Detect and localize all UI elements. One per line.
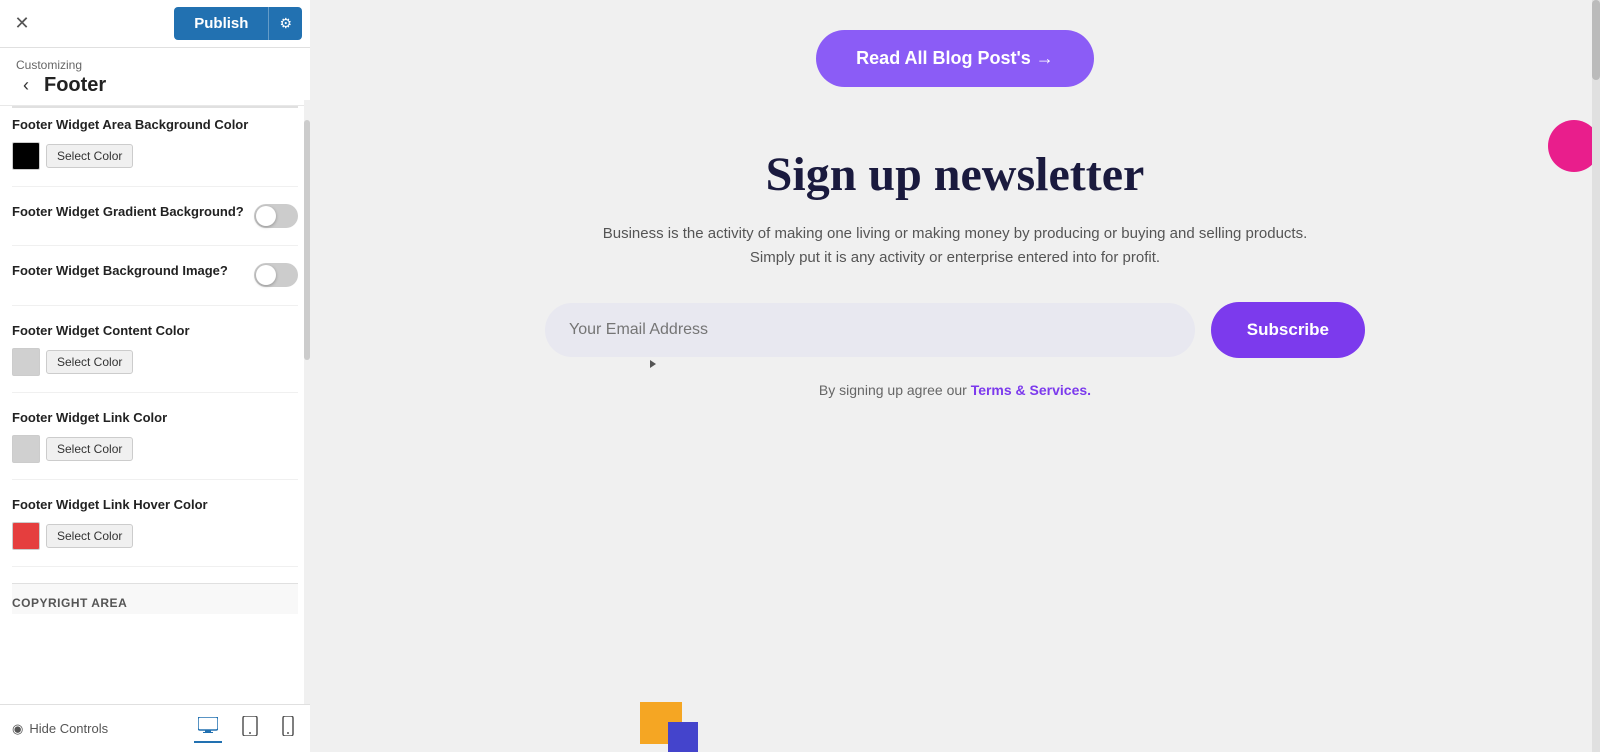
footer-widget-gradient-row: Footer Widget Gradient Background?	[12, 203, 298, 229]
hide-controls-button[interactable]: ◉ Hide Controls	[12, 721, 108, 737]
footer-widget-bg-image-toggle[interactable]	[254, 263, 298, 287]
subscribe-button[interactable]: Subscribe	[1211, 302, 1365, 358]
newsletter-form: Subscribe	[545, 302, 1365, 358]
footer-widget-bg-color-row: Select Color	[12, 142, 298, 170]
footer-widget-link-color-group: Footer Widget Link Color Select Color	[12, 409, 298, 480]
back-button[interactable]: ‹	[16, 75, 36, 96]
top-bar: ✕ Publish ⚙	[0, 0, 310, 48]
terms-static-text: By signing up agree our	[819, 382, 967, 398]
footer-widget-bg-color-group: Footer Widget Area Background Color Sele…	[12, 116, 298, 187]
footer-widget-content-color-label: Footer Widget Content Color	[12, 322, 298, 340]
blog-post-area: Read All Blog Post's →	[310, 0, 1600, 107]
read-all-blog-posts-button[interactable]: Read All Blog Post's →	[816, 30, 1094, 87]
footer-widget-gradient-group: Footer Widget Gradient Background?	[12, 203, 298, 246]
right-scrollbar[interactable]	[1592, 0, 1600, 752]
footer-widget-bg-color-swatch[interactable]	[12, 142, 40, 170]
footer-widget-link-color-row: Select Color	[12, 435, 298, 463]
footer-widget-link-color-swatch[interactable]	[12, 435, 40, 463]
footer-widget-link-hover-swatch[interactable]	[12, 522, 40, 550]
right-scrollbar-thumb[interactable]	[1592, 0, 1600, 80]
footer-widget-link-color-button[interactable]: Select Color	[46, 437, 133, 461]
publish-button[interactable]: Publish	[174, 7, 268, 40]
footer-widget-link-hover-button[interactable]: Select Color	[46, 524, 133, 548]
bottom-bar: ◉ Hide Controls	[0, 704, 310, 752]
newsletter-description: Business is the activity of making one l…	[603, 222, 1308, 270]
hide-controls-icon: ◉	[12, 721, 23, 737]
newsletter-desc-line1: Business is the activity of making one l…	[603, 225, 1308, 242]
settings-button[interactable]: ⚙	[268, 7, 302, 40]
footer-widget-bg-color-button[interactable]: Select Color	[46, 144, 133, 168]
footer-widget-bg-image-row: Footer Widget Background Image?	[12, 262, 298, 288]
newsletter-desc-line2: Simply put it is any activity or enterpr…	[750, 249, 1160, 266]
customizer-panel: ✕ Publish ⚙ Customizing ‹ Footer Footer …	[0, 0, 310, 752]
customizing-label: Customizing	[16, 58, 294, 72]
footer-widget-link-hover-group: Footer Widget Link Hover Color Select Co…	[12, 496, 298, 567]
footer-widget-link-hover-row: Select Color	[12, 522, 298, 550]
close-button[interactable]: ✕	[8, 10, 36, 38]
footer-widget-link-hover-label: Footer Widget Link Hover Color	[12, 496, 298, 514]
publish-area: Publish ⚙	[174, 7, 302, 40]
mobile-icon-button[interactable]	[278, 714, 298, 743]
terms-link[interactable]: Terms & Services.	[971, 382, 1091, 398]
footer-widget-content-color-button[interactable]: Select Color	[46, 350, 133, 374]
terms-text: By signing up agree our Terms & Services…	[819, 382, 1091, 398]
hide-controls-label: Hide Controls	[29, 721, 108, 736]
breadcrumb: Customizing ‹ Footer	[0, 48, 310, 106]
preview-area: Read All Blog Post's → Sign up newslette…	[310, 0, 1600, 752]
footer-widget-content-color-swatch[interactable]	[12, 348, 40, 376]
footer-widget-link-color-label: Footer Widget Link Color	[12, 409, 298, 427]
footer-widget-bg-image-label: Footer Widget Background Image?	[12, 262, 228, 280]
section-title-row: ‹ Footer	[16, 74, 294, 97]
newsletter-section: Sign up newsletter Business is the activ…	[525, 107, 1385, 418]
desktop-icon-button[interactable]	[194, 714, 222, 743]
blue-shape	[668, 722, 698, 752]
footer-widget-content-color-row: Select Color	[12, 348, 298, 376]
footer-widget-gradient-toggle[interactable]	[254, 204, 298, 228]
footer-widget-content-color-group: Footer Widget Content Color Select Color	[12, 322, 298, 393]
email-input[interactable]	[545, 303, 1195, 357]
footer-widget-bg-image-group: Footer Widget Background Image?	[12, 262, 298, 305]
footer-widget-gradient-label: Footer Widget Gradient Background?	[12, 203, 244, 221]
section-title: Footer	[44, 74, 106, 97]
panel-content: Footer Widget Area Background Color Sele…	[0, 106, 310, 704]
tablet-icon-button[interactable]	[238, 714, 262, 743]
copyright-area-label: COPYRIGHT AREA	[12, 583, 298, 614]
newsletter-title: Sign up newsletter	[766, 147, 1145, 202]
device-icons	[194, 714, 298, 743]
footer-widget-bg-color-label: Footer Widget Area Background Color	[12, 116, 298, 134]
